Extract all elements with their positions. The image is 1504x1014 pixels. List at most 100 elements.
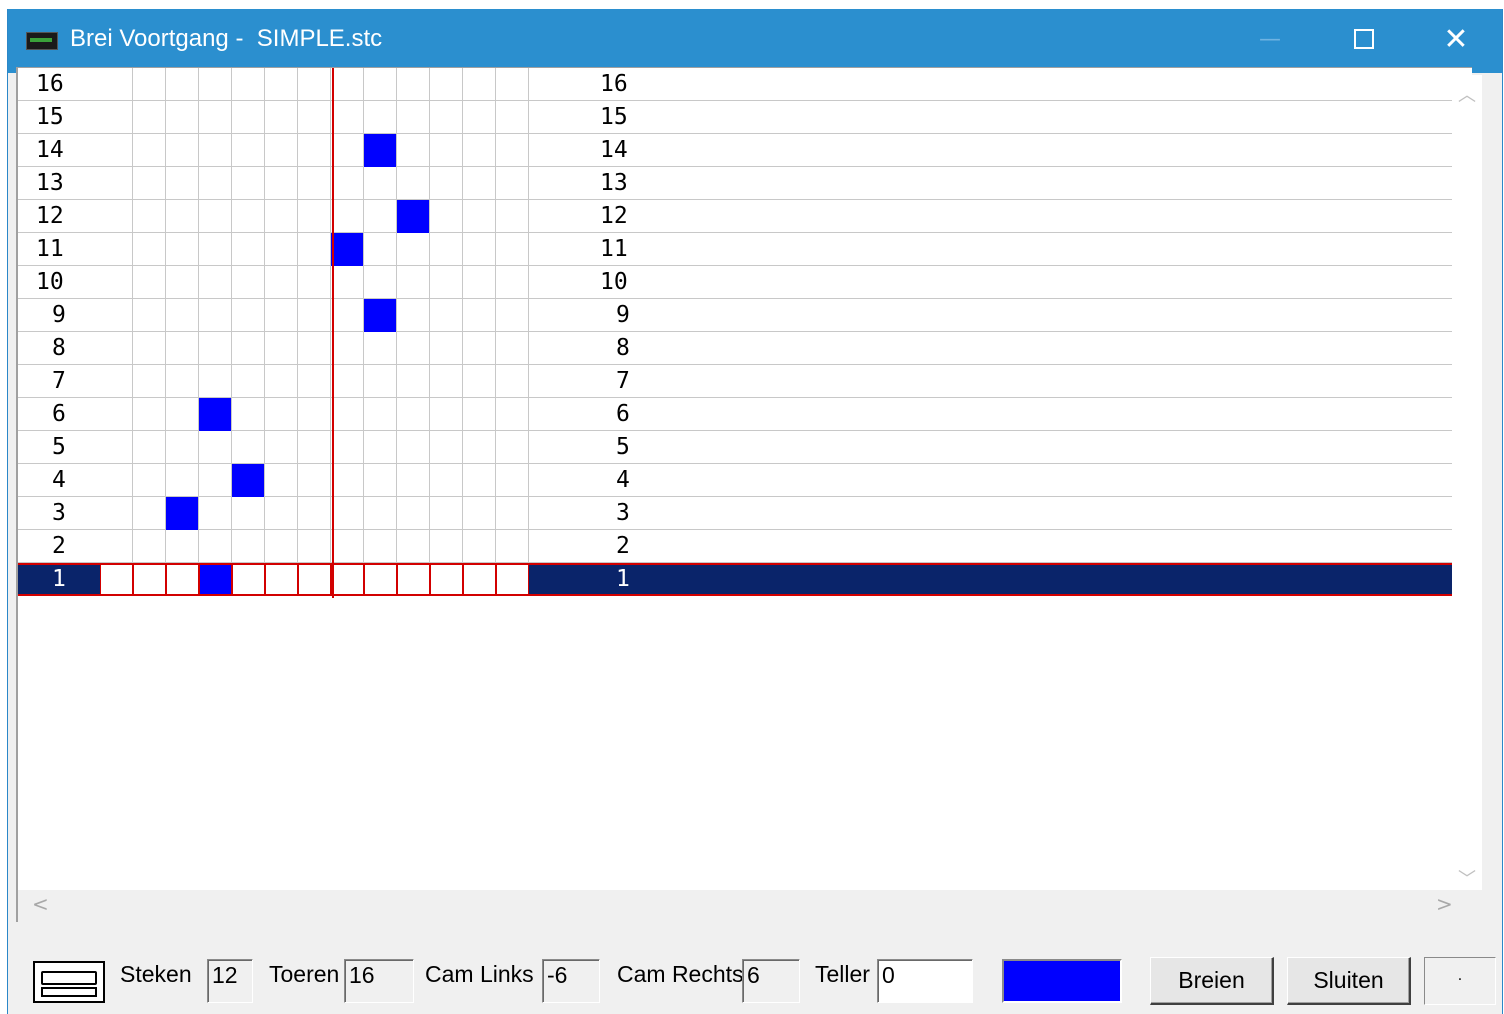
stitch-cell[interactable] xyxy=(133,167,166,200)
vertical-scrollbar[interactable]: ︿ ﹀ xyxy=(1452,75,1482,898)
stitch-cell[interactable] xyxy=(199,563,232,596)
stitch-cell[interactable] xyxy=(397,233,430,266)
stitch-cell[interactable] xyxy=(232,398,265,431)
stitch-cell[interactable] xyxy=(232,431,265,464)
stitch-cell[interactable] xyxy=(496,431,529,464)
stitch-cell[interactable] xyxy=(199,233,232,266)
stitch-cell[interactable] xyxy=(331,365,364,398)
stitch-cell[interactable] xyxy=(298,68,331,101)
stitch-cell[interactable] xyxy=(133,365,166,398)
stitch-cell[interactable] xyxy=(265,497,298,530)
stitch-cell[interactable] xyxy=(100,167,133,200)
stitch-cell[interactable] xyxy=(331,167,364,200)
stitch-cell[interactable] xyxy=(100,398,133,431)
stitch-cell[interactable] xyxy=(166,530,199,563)
stitch-cell[interactable] xyxy=(166,200,199,233)
stitch-cell[interactable] xyxy=(265,530,298,563)
stitch-cell[interactable] xyxy=(397,167,430,200)
stitch-cell[interactable] xyxy=(232,68,265,101)
stitch-cell[interactable] xyxy=(166,233,199,266)
grid-row[interactable]: 22 xyxy=(18,530,1454,563)
yarn-color-swatch[interactable] xyxy=(1002,959,1122,1003)
stitch-cell[interactable] xyxy=(100,266,133,299)
stitch-cell[interactable] xyxy=(265,266,298,299)
stitch-cell[interactable] xyxy=(397,398,430,431)
stitch-cell[interactable] xyxy=(496,68,529,101)
stitch-cell[interactable] xyxy=(232,365,265,398)
stitch-cell[interactable] xyxy=(397,68,430,101)
stitch-cell[interactable] xyxy=(397,497,430,530)
stitch-cell[interactable] xyxy=(364,398,397,431)
stitch-cell[interactable] xyxy=(133,68,166,101)
stitch-cell[interactable] xyxy=(496,101,529,134)
stitch-cell[interactable] xyxy=(133,464,166,497)
stitch-cell[interactable] xyxy=(133,266,166,299)
stitch-cell[interactable] xyxy=(100,464,133,497)
stitch-cell[interactable] xyxy=(232,563,265,596)
knitting-grid[interactable]: 16 16 15 15 14 14 13 13 12 12 11 11 10 10 9 9 8 8 7 7 6 6 5 5 4 4… xyxy=(16,67,1472,898)
stitch-cell[interactable] xyxy=(364,200,397,233)
grid-row[interactable]: 12 12 xyxy=(18,200,1454,233)
stitch-cell[interactable] xyxy=(430,266,463,299)
stitch-cell[interactable] xyxy=(496,233,529,266)
minimize-button[interactable]: — xyxy=(1224,9,1316,73)
stitch-cell[interactable] xyxy=(166,497,199,530)
stitch-cell[interactable] xyxy=(496,266,529,299)
breien-button[interactable]: Breien xyxy=(1150,957,1274,1005)
stitch-cell[interactable] xyxy=(496,167,529,200)
stitch-cell[interactable] xyxy=(430,464,463,497)
stitch-cell[interactable] xyxy=(430,299,463,332)
stitch-cell[interactable] xyxy=(496,299,529,332)
grid-row[interactable]: 88 xyxy=(18,332,1454,365)
stitch-cell[interactable] xyxy=(430,398,463,431)
stitch-cell[interactable] xyxy=(133,398,166,431)
stitch-cell[interactable] xyxy=(430,68,463,101)
stitch-cell[interactable] xyxy=(496,530,529,563)
stitch-cell[interactable] xyxy=(397,101,430,134)
stitch-cell[interactable] xyxy=(166,299,199,332)
stitch-cell[interactable] xyxy=(133,101,166,134)
stitch-cell[interactable] xyxy=(100,563,133,596)
stitch-cell[interactable] xyxy=(463,497,496,530)
stitch-cell[interactable] xyxy=(133,233,166,266)
stitch-cell[interactable] xyxy=(430,101,463,134)
stitch-cell[interactable] xyxy=(298,200,331,233)
stitch-cell[interactable] xyxy=(298,233,331,266)
stitch-cell[interactable] xyxy=(463,101,496,134)
maximize-button[interactable] xyxy=(1318,9,1410,73)
stitch-cell[interactable] xyxy=(463,266,496,299)
stitch-cell[interactable] xyxy=(100,134,133,167)
stitch-cell[interactable] xyxy=(199,68,232,101)
grid-row[interactable]: 44 xyxy=(18,464,1454,497)
stitch-cell[interactable] xyxy=(133,299,166,332)
stitch-cell[interactable] xyxy=(331,530,364,563)
grid-row[interactable]: 11 xyxy=(18,563,1454,596)
stitch-cell[interactable] xyxy=(331,332,364,365)
stitch-cell[interactable] xyxy=(298,563,331,596)
stitch-cell[interactable] xyxy=(397,200,430,233)
stitch-cell[interactable] xyxy=(397,332,430,365)
stitch-cell[interactable] xyxy=(166,365,199,398)
stitch-cell[interactable] xyxy=(166,332,199,365)
stitch-cell[interactable] xyxy=(364,167,397,200)
stitch-cell[interactable] xyxy=(364,464,397,497)
stitch-cell[interactable] xyxy=(463,398,496,431)
stitch-cell[interactable] xyxy=(496,332,529,365)
stitch-cell[interactable] xyxy=(364,365,397,398)
stitch-cell[interactable] xyxy=(397,365,430,398)
stitch-cell[interactable] xyxy=(199,398,232,431)
stitch-cell[interactable] xyxy=(331,200,364,233)
stitch-cell[interactable] xyxy=(430,497,463,530)
stitch-cell[interactable] xyxy=(232,200,265,233)
grid-row[interactable]: 77 xyxy=(18,365,1454,398)
stitch-cell[interactable] xyxy=(463,563,496,596)
grid-row[interactable]: 16 16 xyxy=(18,68,1454,101)
stitch-cell[interactable] xyxy=(331,233,364,266)
stitch-cell[interactable] xyxy=(166,134,199,167)
stitch-cell[interactable] xyxy=(331,134,364,167)
stitch-cell[interactable] xyxy=(331,266,364,299)
stitch-cell[interactable] xyxy=(265,167,298,200)
stitch-cell[interactable] xyxy=(265,299,298,332)
stitch-cell[interactable] xyxy=(430,200,463,233)
stitch-cell[interactable] xyxy=(199,332,232,365)
